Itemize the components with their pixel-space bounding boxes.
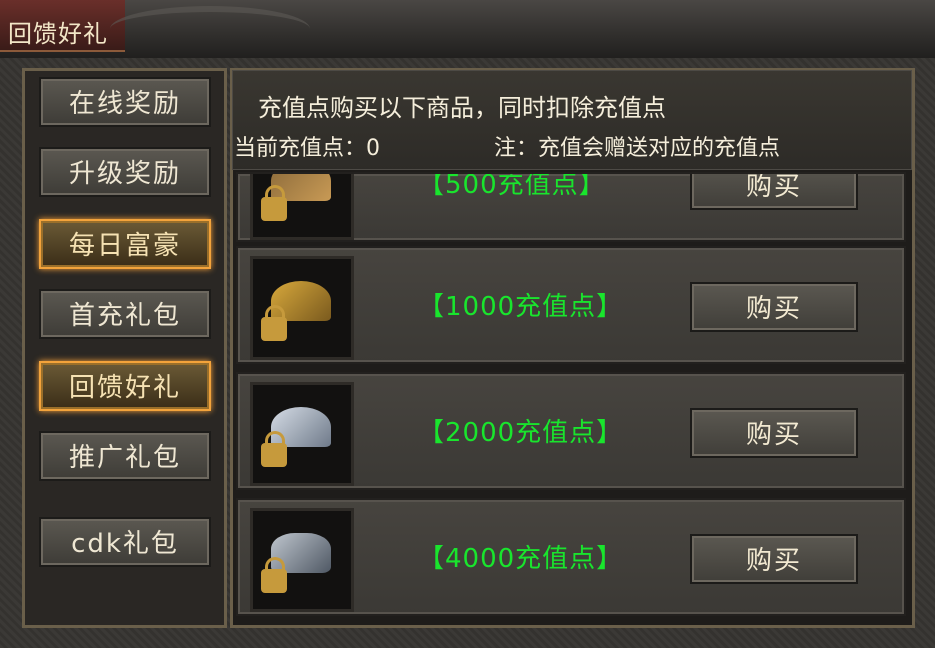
item-price: 【1000充值点】 [418, 292, 624, 322]
item-price: 【4000充值点】 [418, 544, 624, 574]
lock-icon [261, 185, 287, 221]
buy-button[interactable]: 购买 [690, 174, 858, 210]
item-price: 【2000充值点】 [418, 418, 624, 448]
buy-button[interactable]: 购买 [690, 408, 858, 458]
sidebar-item-feedback-gift[interactable]: 回馈好礼 [39, 361, 211, 411]
list-item: 【500充值点】 购买 [236, 172, 906, 242]
buy-button[interactable]: 购买 [690, 282, 858, 332]
list-item: 【2000充值点】 购买 [236, 372, 906, 490]
dragon-decoration-icon [110, 6, 310, 52]
info-banner: 充值点购买以下商品，同时扣除充值点 当前充值点：0 注：充值会赠送对应的充值点 [232, 70, 912, 170]
current-points: 当前充值点：0 [234, 136, 380, 161]
sidebar-item-promotion[interactable]: 推广礼包 [39, 431, 211, 481]
buy-button[interactable]: 购买 [690, 534, 858, 584]
straw-hat-icon [250, 174, 354, 240]
sidebar: 在线奖励 升级奖励 每日富豪 首充礼包 回馈好礼 推广礼包 cdk礼包 [22, 68, 227, 628]
sidebar-item-level-reward[interactable]: 升级奖励 [39, 147, 211, 197]
lock-icon [261, 557, 287, 593]
title-tab: 回馈好礼 [0, 0, 125, 52]
silver-hat-icon [250, 382, 354, 486]
list-item: 【4000充值点】 购买 [236, 498, 906, 616]
info-note: 注：充值会赠送对应的充值点 [494, 136, 781, 161]
info-description: 充值点购买以下商品，同时扣除充值点 [258, 94, 666, 122]
page-title: 回馈好礼 [8, 20, 108, 48]
lock-icon [261, 305, 287, 341]
sidebar-item-first-recharge[interactable]: 首充礼包 [39, 289, 211, 339]
item-price: 【500充值点】 [418, 172, 606, 200]
lock-icon [261, 431, 287, 467]
golden-hat-icon [250, 256, 354, 360]
sidebar-item-daily-rich[interactable]: 每日富豪 [39, 219, 211, 269]
list-item: 【1000充值点】 购买 [236, 246, 906, 364]
sidebar-item-cdk[interactable]: cdk礼包 [39, 517, 211, 567]
sidebar-item-online-reward[interactable]: 在线奖励 [39, 77, 211, 127]
crown-icon [250, 508, 354, 612]
